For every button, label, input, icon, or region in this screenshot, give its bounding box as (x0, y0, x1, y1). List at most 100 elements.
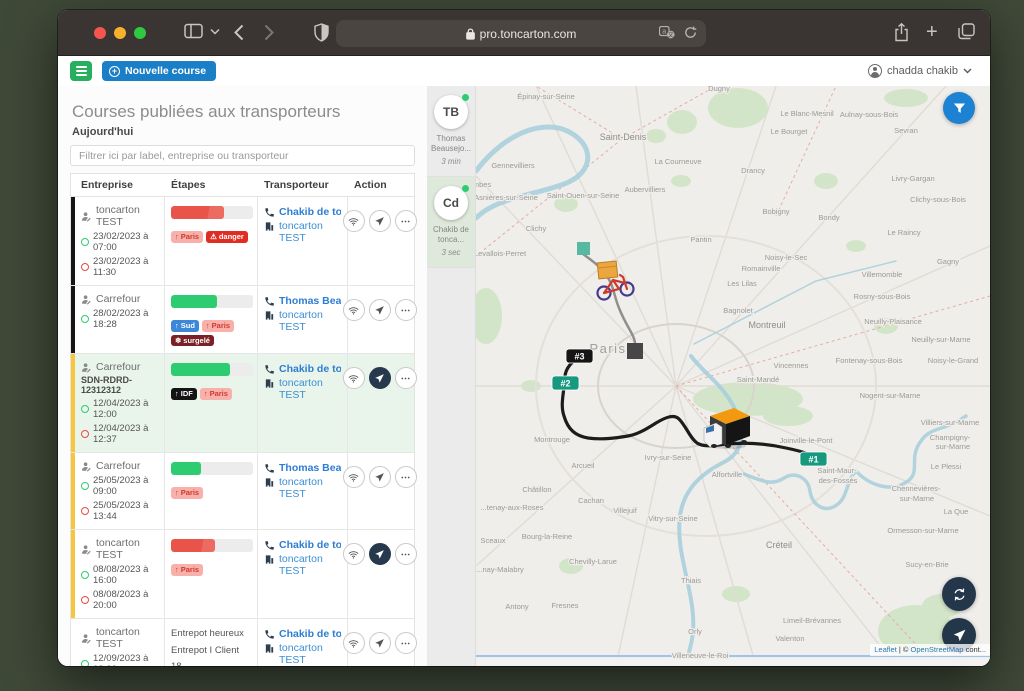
wifi-button[interactable] (343, 632, 365, 654)
stop-marker-1[interactable]: #1 (800, 452, 827, 466)
transporter-contact[interactable]: Thomas Beaus... (264, 295, 342, 307)
menu-button[interactable] (70, 61, 92, 81)
address-bar[interactable]: pro.toncarton.com a文 (336, 20, 706, 47)
close-window-button[interactable] (94, 27, 106, 39)
driver-card[interactable]: TB Thomas Beausejo... 3 min (427, 86, 475, 177)
date-start: 12/04/2023 à 12:00 (81, 398, 159, 420)
filter-input[interactable] (70, 145, 415, 166)
track-button[interactable] (369, 466, 391, 488)
city-label: Thiais (681, 576, 701, 585)
back-icon[interactable] (234, 24, 244, 41)
new-course-button[interactable]: + Nouvelle course (102, 61, 216, 81)
browser-titlebar: pro.toncarton.com a文 + (58, 10, 990, 56)
wifi-button[interactable] (343, 367, 365, 389)
tag-surgelé: ❄surgelé (171, 335, 214, 347)
traffic-lights[interactable] (94, 27, 146, 39)
leaflet-link[interactable]: Leaflet (874, 645, 897, 654)
transporter-company[interactable]: toncarton TEST (264, 220, 342, 244)
tag-icon: ❄ (175, 337, 181, 345)
row-status-stripe (71, 286, 75, 353)
lock-icon (466, 28, 475, 40)
table-row[interactable]: toncarton TEST 08/08/2023 à 16:00 08/08/2… (71, 530, 414, 619)
osm-link[interactable]: OpenStreetMap (911, 645, 964, 654)
map[interactable]: Épinay-sur-SeineDugnySaint-DenisLe Bourg… (476, 86, 990, 666)
city-label: Dugny (708, 86, 730, 93)
track-button[interactable] (369, 210, 391, 232)
forward-icon[interactable] (264, 24, 274, 41)
date-end: 08/08/2023 à 20:00 (81, 589, 159, 611)
track-button[interactable] (369, 367, 391, 389)
more-button[interactable] (395, 632, 417, 654)
status-ring-icon (81, 660, 89, 666)
depot-square-marker[interactable] (577, 242, 590, 255)
track-button[interactable] (369, 543, 391, 565)
table-row[interactable]: toncarton TEST 12/09/2023 à 08:3012/09/2… (71, 619, 414, 666)
transporter-company[interactable]: toncarton TEST (264, 309, 342, 333)
city-label: Châtillon (522, 485, 551, 494)
date-start: 08/08/2023 à 16:00 (81, 564, 159, 586)
wifi-button[interactable] (343, 543, 365, 565)
tabs-overview-icon[interactable] (958, 23, 975, 40)
phone-icon (264, 540, 275, 551)
wifi-button[interactable] (343, 299, 365, 321)
transporter-contact[interactable]: Thomas Beaus... (264, 462, 342, 474)
shield-icon[interactable] (314, 23, 329, 42)
transporter-company[interactable]: toncarton TEST (264, 377, 342, 401)
cluster-square-marker[interactable] (627, 343, 643, 359)
svg-text:#2: #2 (560, 379, 570, 389)
progress-bar (171, 462, 253, 475)
more-button[interactable] (395, 466, 417, 488)
svg-text:#1: #1 (808, 455, 818, 465)
zoom-window-button[interactable] (134, 27, 146, 39)
transporter-company[interactable]: toncarton TEST (264, 476, 342, 500)
city-label: Vincennes (774, 361, 809, 370)
tag-Paris: ↑Paris (200, 388, 232, 400)
track-button[interactable] (369, 299, 391, 321)
map-canvas: Épinay-sur-SeineDugnySaint-DenisLe Bourg… (476, 86, 990, 666)
transporter-contact[interactable]: Chakib de to... (264, 539, 342, 551)
city-label: Bondy (818, 213, 840, 222)
wifi-button[interactable] (343, 210, 365, 232)
table-row[interactable]: Carrefour SDN-RDRD-1231231212/04/2023 à … (71, 354, 414, 453)
sidebar-toggle-icon[interactable] (184, 23, 203, 39)
driver-card[interactable]: Cd Chakib de tonca... 3 sec (427, 177, 475, 268)
more-button[interactable] (395, 367, 417, 389)
transporter-company[interactable]: toncarton TEST (264, 642, 342, 666)
table-row[interactable]: toncarton TEST 23/02/2023 à 07:0023/02/2… (71, 197, 414, 286)
online-dot (462, 185, 469, 192)
transporter-contact[interactable]: Chakib de to... (264, 628, 342, 640)
user-menu[interactable]: chadda chakib (868, 64, 972, 78)
date-start: 28/02/2023 à 18:28 (81, 308, 159, 330)
more-button[interactable] (395, 543, 417, 565)
map-refresh-button[interactable] (942, 577, 976, 611)
map-filter-button[interactable] (943, 92, 975, 124)
tag-icon: ↑ (204, 390, 208, 398)
person-edit-icon (81, 362, 92, 373)
transporter-contact[interactable]: Chakib de to... (264, 206, 342, 218)
chevron-down-icon[interactable] (210, 28, 220, 35)
track-button[interactable] (369, 632, 391, 654)
status-ring-icon (81, 482, 89, 490)
table-row[interactable]: Carrefour 28/02/2023 à 18:28 ↑Sud↑Paris❄… (71, 286, 414, 354)
transporter-contact[interactable]: Chakib de to... (264, 363, 342, 375)
app-content: + Nouvelle course chadda chakib Courses … (58, 56, 990, 666)
stop-marker-3[interactable]: #3 (566, 349, 593, 363)
col-transporteur: Transporteur (258, 174, 348, 196)
minimize-window-button[interactable] (114, 27, 126, 39)
city-label: Livry-Gargan (891, 174, 934, 183)
city-label: Sucy-en-Brie (905, 560, 948, 569)
table-row[interactable]: Carrefour 25/05/2023 à 09:0025/05/2023 à… (71, 453, 414, 530)
reload-icon[interactable] (684, 26, 697, 42)
wifi-button[interactable] (343, 466, 365, 488)
new-tab-icon[interactable]: + (926, 24, 938, 40)
share-icon[interactable] (894, 23, 909, 42)
city-label: Le Plessi (931, 462, 962, 471)
person-edit-icon (81, 633, 92, 644)
steps-cell: ↑Sud↑Paris❄surgelé (165, 286, 258, 353)
company-name: Carrefour (81, 460, 159, 472)
translate-icon[interactable]: a文 (659, 26, 675, 42)
stop-marker-2[interactable]: #2 (552, 376, 579, 390)
more-button[interactable] (395, 210, 417, 232)
more-button[interactable] (395, 299, 417, 321)
transporter-company[interactable]: toncarton TEST (264, 553, 342, 577)
